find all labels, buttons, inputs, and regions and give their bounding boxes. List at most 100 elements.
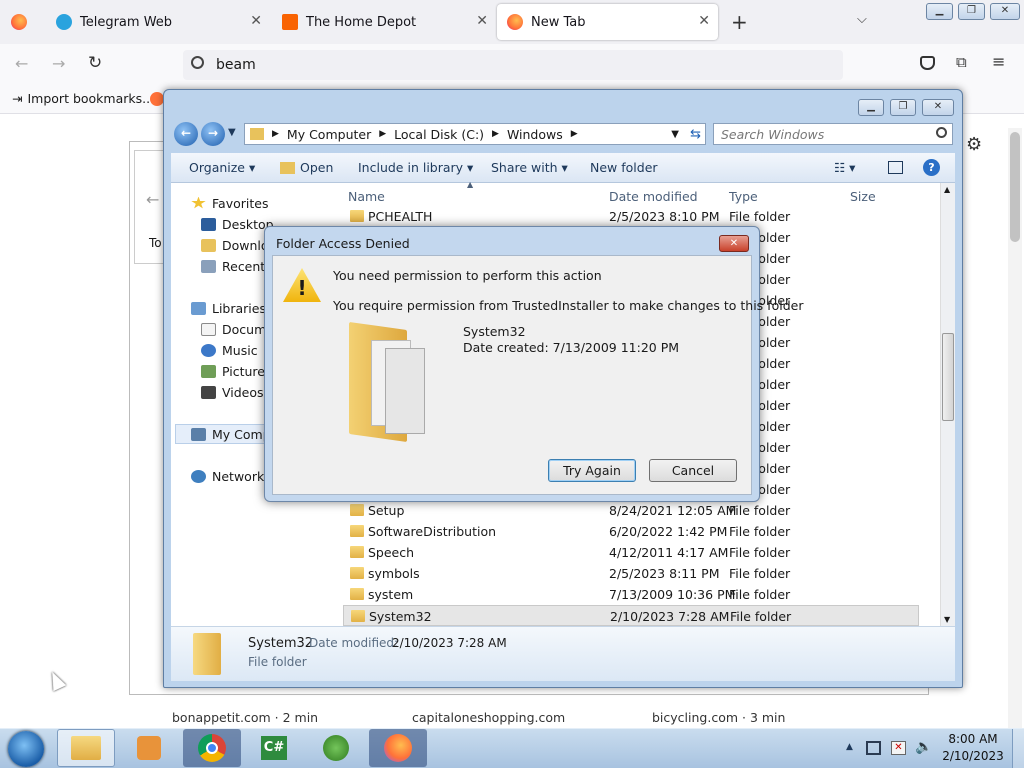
file-row[interactable]: System32 2/10/2023 7:28 AM File folder [343,605,919,626]
forward-button[interactable]: → [201,122,225,146]
taskbar-firefox[interactable] [369,729,427,767]
breadcrumb-separator-icon[interactable]: ▶ [272,129,279,139]
breadcrumb-separator-icon[interactable]: ▶ [379,129,386,139]
nav-libraries[interactable]: Libraries [191,298,266,318]
show-hidden-icons[interactable]: ▲ [846,742,853,752]
search-icon [191,56,204,69]
story-label[interactable]: bicycling.com · 3 min [652,710,785,725]
nav-pictures[interactable]: Pictures [201,361,272,381]
views-icon[interactable]: ☷ ▾ [834,160,855,175]
file-row[interactable]: PCHEALTH 2/5/2023 8:10 PM File folder [331,206,940,227]
column-header-size[interactable]: Size [850,189,876,204]
volume-icon[interactable]: 🔈 [915,739,932,755]
taskbar-explorer[interactable] [57,729,115,767]
organize-button[interactable]: Organize ▾ [189,160,255,175]
import-bookmarks-item[interactable]: ⇥ Import bookmarks... [12,91,154,106]
include-in-library-button[interactable]: Include in library ▾ [358,160,473,175]
explorer-maximize-button[interactable]: ❐ [890,99,916,116]
network-tray-icon[interactable] [866,741,881,755]
close-tab-icon[interactable]: ✕ [476,13,488,29]
taskbar-chrome[interactable] [183,729,241,767]
help-icon[interactable]: ? [923,159,940,176]
file-row[interactable]: system 7/13/2009 10:36 PM File folder [331,584,940,605]
nav-network[interactable]: Network [191,466,264,486]
file-row[interactable]: symbols 2/5/2023 8:11 PM File folder [331,563,940,584]
taskbar-csharp[interactable]: C# [245,729,303,767]
videos-icon [201,385,216,399]
url-bar[interactable]: beam [183,50,843,80]
search-box[interactable]: Search Windows [713,123,953,145]
breadcrumb-windows[interactable]: Windows [507,127,563,142]
breadcrumb-local-disk[interactable]: Local Disk (C:) [394,127,484,142]
pictures-icon [201,364,216,378]
extensions-icon[interactable]: ⧉ [956,53,967,71]
import-bookmarks-label: Import bookmarks... [27,91,155,106]
column-header-date[interactable]: Date modified [609,189,698,204]
column-header-name[interactable]: Name [348,189,385,204]
list-all-tabs-icon[interactable]: ⌵ [857,12,867,27]
file-row[interactable]: Setup 8/24/2021 12:05 AM File folder [331,500,940,521]
minimize-button[interactable]: ▁ [926,3,953,20]
recent-pages-icon[interactable]: ▼ [228,127,236,138]
nav-favorites[interactable]: Favorites [191,193,268,213]
breadcrumb-separator-icon[interactable]: ▶ [492,129,499,139]
newtab-back-icon: ← [146,190,160,209]
firefox-view-icon[interactable] [11,14,27,30]
share-with-button[interactable]: Share with ▾ [491,160,568,175]
page-scrollbar[interactable] [1008,128,1022,728]
tab-home-depot[interactable]: The Home Depot ✕ [270,0,496,44]
restore-button[interactable]: ❐ [958,3,985,20]
new-folder-button[interactable]: New folder [590,160,658,175]
tab-telegram[interactable]: Telegram Web ✕ [44,0,270,44]
pocket-icon[interactable] [920,56,935,70]
taskbar-windows-update[interactable] [307,729,365,767]
file-list-scrollbar[interactable]: ▲ ▼ [940,183,955,626]
scroll-down-icon[interactable]: ▼ [944,615,950,624]
nav-videos[interactable]: Videos [201,382,264,402]
firefox-bookmark-icon[interactable] [150,92,164,106]
file-type: File folder [729,209,791,224]
music-icon [201,343,216,357]
file-row[interactable]: SoftwareDistribution 6/20/2022 1:42 PM Fil… [331,521,940,542]
start-button[interactable] [8,731,44,767]
dialog-close-button[interactable]: ✕ [719,235,749,252]
action-center-icon[interactable]: ✕ [891,741,906,755]
telegram-icon [56,14,72,30]
explorer-close-button[interactable]: ✕ [922,99,954,116]
explorer-minimize-button[interactable]: ▁ [858,99,884,116]
close-tab-icon[interactable]: ✕ [250,13,262,29]
new-tab-button[interactable]: + [731,10,748,34]
tab-new-tab[interactable]: New Tab ✕ [497,4,718,40]
address-dropdown-icon[interactable]: ▼ [671,129,679,140]
address-bar[interactable]: ▶ My Computer ▶ Local Disk (C:) ▶ Window… [244,123,706,145]
breadcrumb-separator-icon[interactable]: ▶ [571,129,578,139]
cancel-button[interactable]: Cancel [649,459,737,482]
scrollbar-thumb[interactable] [942,333,954,421]
preview-pane-icon[interactable] [888,161,903,174]
page-scrollbar-thumb[interactable] [1010,132,1020,242]
nav-music[interactable]: Music [201,340,258,360]
nav-desktop[interactable]: Desktop [201,214,274,234]
forward-icon[interactable]: → [52,54,65,73]
story-label[interactable]: bonappetit.com · 2 min [172,710,318,725]
libraries-icon [191,301,206,315]
open-button[interactable]: Open [280,160,333,175]
back-icon[interactable]: ← [15,54,28,73]
file-row[interactable]: Speech 4/12/2011 4:17 AM File folder [331,542,940,563]
clock[interactable]: 8:00 AM 2/10/2023 [940,732,1006,763]
reload-icon[interactable]: ↻ [88,53,102,73]
close-tab-icon[interactable]: ✕ [698,13,710,29]
column-header-type[interactable]: Type [729,189,758,204]
menu-icon[interactable]: ≡ [992,52,1005,71]
breadcrumb-my-computer[interactable]: My Computer [287,127,371,142]
newtab-settings-icon[interactable]: ⚙ [966,134,982,155]
show-desktop-button[interactable] [1012,729,1024,768]
include-label: Include in library [358,160,464,175]
taskbar-media-player[interactable] [120,729,178,767]
back-button[interactable]: ← [174,122,198,146]
story-label[interactable]: capitaloneshopping.com [412,710,565,725]
close-button[interactable]: ✕ [990,3,1020,20]
refresh-icon[interactable]: ⇆ [690,127,701,142]
scroll-up-icon[interactable]: ▲ [944,185,950,194]
try-again-button[interactable]: Try Again [548,459,636,482]
